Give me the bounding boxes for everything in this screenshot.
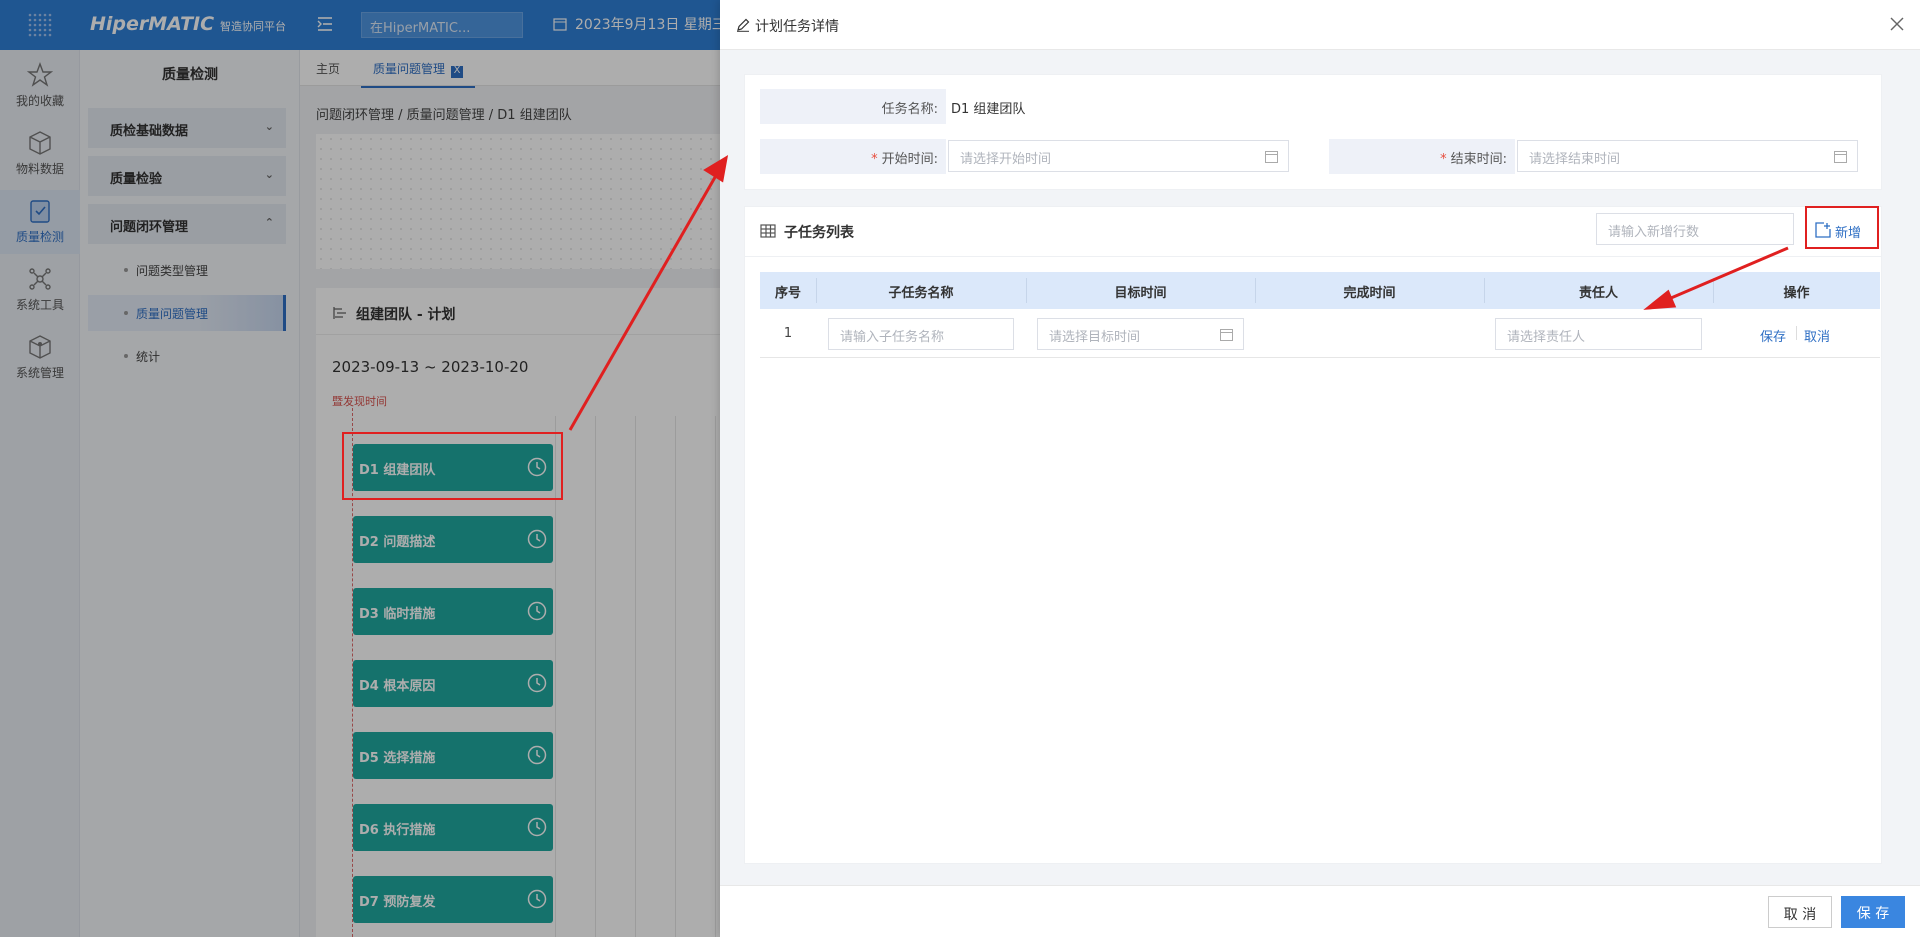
drawer-footer	[720, 885, 1920, 937]
calendar-icon	[1220, 329, 1233, 341]
edit-icon	[737, 18, 750, 32]
required-mark: *	[871, 152, 878, 167]
column-header: 操作	[1783, 286, 1810, 301]
start-time-placeholder: 请选择开始时间	[960, 152, 1052, 167]
column-separator	[1484, 278, 1485, 303]
divider	[744, 256, 1882, 257]
required-mark: *	[1440, 152, 1447, 167]
column-header: 目标时间	[1114, 286, 1167, 301]
row-index: 1	[783, 326, 793, 341]
end-time-picker[interactable]: 请选择结束时间	[1517, 140, 1858, 172]
row-cancel-link[interactable]: 取消	[1804, 326, 1830, 345]
calendar-icon	[1265, 151, 1278, 163]
add-subtask-button[interactable]: 新增	[1805, 206, 1879, 249]
drawer-header	[720, 0, 1920, 50]
start-time-picker[interactable]: 请选择开始时间	[948, 140, 1289, 172]
target-time-picker[interactable]: 请选择目标时间	[1037, 318, 1244, 350]
task-name-label: 任务名称:	[760, 89, 946, 124]
row-save-link[interactable]: 保存	[1760, 326, 1786, 345]
owner-placeholder: 请选择责任人	[1507, 330, 1586, 345]
new-rows-input[interactable]: 请输入新增行数	[1596, 213, 1794, 245]
start-time-label: * 开始时间:	[760, 139, 946, 174]
task-name-value: D1 组建团队	[951, 102, 1026, 117]
column-separator	[1255, 278, 1256, 303]
column-header: 责任人	[1578, 286, 1618, 301]
column-header: 序号	[774, 286, 801, 301]
end-time-label-text: 结束时间:	[1450, 152, 1507, 167]
column-header: 子任务名称	[888, 286, 954, 301]
calendar-icon	[1834, 151, 1847, 163]
column-separator	[1026, 278, 1027, 303]
subtask-title: 子任务列表	[784, 225, 854, 241]
divider	[1796, 326, 1797, 340]
save-button[interactable]: 保 存	[1841, 896, 1905, 928]
column-header: 完成时间	[1343, 286, 1396, 301]
start-time-label-text: 开始时间:	[881, 152, 938, 167]
subtask-name-placeholder: 请输入子任务名称	[840, 330, 945, 345]
new-rows-placeholder: 请输入新增行数	[1608, 225, 1700, 240]
annotation-box-d1	[342, 432, 563, 500]
column-separator	[1713, 278, 1714, 303]
add-label: 新增	[1835, 226, 1862, 241]
add-icon	[1815, 222, 1831, 238]
owner-select[interactable]: 请选择责任人	[1495, 318, 1702, 350]
subtask-name-input[interactable]: 请输入子任务名称	[828, 318, 1014, 350]
drawer-title: 计划任务详情	[755, 19, 839, 35]
end-time-placeholder: 请选择结束时间	[1529, 152, 1621, 167]
column-separator	[816, 278, 817, 303]
close-icon[interactable]	[1889, 16, 1905, 32]
table-icon	[760, 224, 776, 238]
target-time-placeholder: 请选择目标时间	[1049, 330, 1141, 345]
end-time-label: * 结束时间:	[1329, 139, 1515, 174]
cancel-button[interactable]: 取 消	[1768, 896, 1832, 928]
